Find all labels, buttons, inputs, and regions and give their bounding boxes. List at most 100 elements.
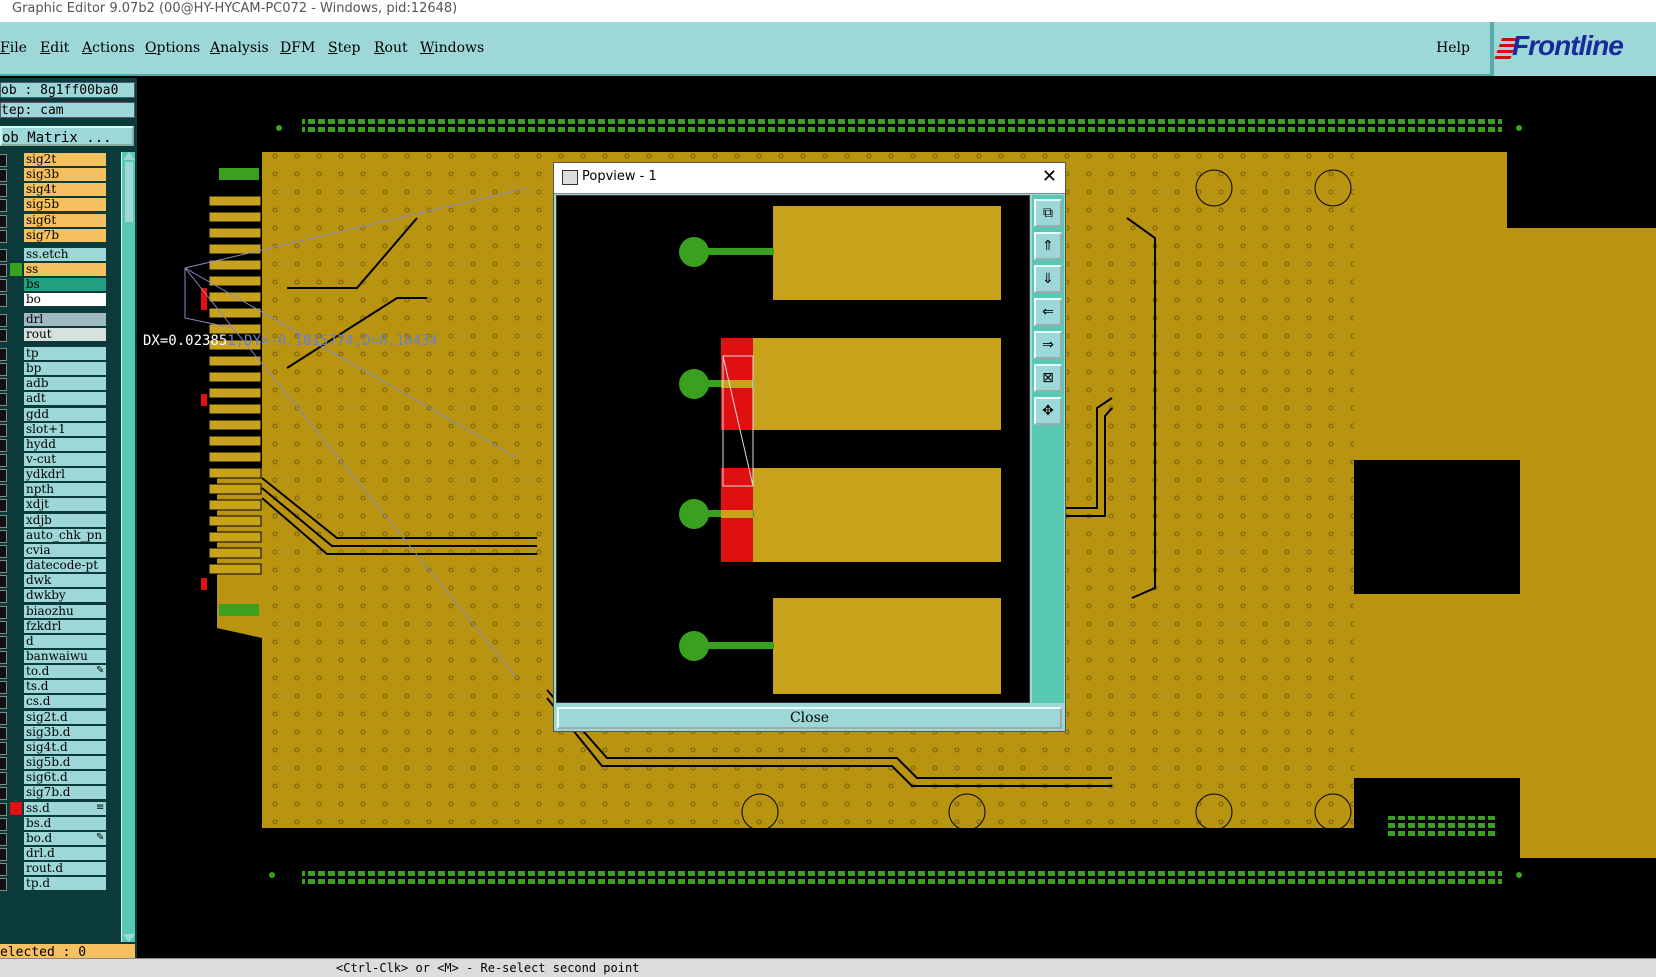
layer-row[interactable]: sig5b.d: [0, 755, 118, 771]
layer-name[interactable]: to.d: [24, 665, 106, 679]
layer-checkbox[interactable]: [0, 726, 7, 740]
layer-scrollbar[interactable]: [121, 152, 135, 942]
layer-name[interactable]: sig4t: [24, 183, 106, 197]
arrow-right-icon[interactable]: ⇒: [1034, 331, 1062, 359]
layer-checkbox[interactable]: [0, 248, 7, 262]
layer-row[interactable]: adt: [0, 391, 118, 407]
menu-help[interactable]: Help: [1436, 40, 1470, 56]
popview-zoom-drawing[interactable]: [557, 196, 1030, 703]
menu-step[interactable]: Step: [328, 40, 360, 56]
layer-name[interactable]: ydkdrl: [24, 468, 106, 482]
layer-name[interactable]: gdd: [24, 407, 106, 421]
menu-dfm[interactable]: DFM: [280, 40, 315, 56]
layer-name[interactable]: v-cut: [24, 452, 106, 466]
layer-name[interactable]: banwaiwu: [24, 650, 106, 663]
layer-row[interactable]: sig3b.d: [0, 725, 118, 740]
layer-checkbox[interactable]: [0, 605, 7, 619]
close-icon[interactable]: ✕: [1042, 166, 1057, 187]
layer-row[interactable]: hydd: [0, 437, 118, 452]
menu-analysis[interactable]: Analysis: [210, 40, 269, 56]
zoom-fit-icon[interactable]: ⧉: [1034, 199, 1062, 227]
menu-edit[interactable]: Edit: [40, 40, 69, 56]
layer-checkbox[interactable]: [0, 214, 7, 228]
layer-checkbox[interactable]: [0, 544, 7, 558]
layer-row[interactable]: sig4t: [0, 182, 118, 198]
layer-name[interactable]: bp: [24, 362, 106, 376]
layer-name[interactable]: tp: [24, 346, 106, 360]
popview-viewport[interactable]: [556, 195, 1030, 703]
layer-checkbox[interactable]: [0, 264, 7, 278]
layer-name[interactable]: sig4t.d: [24, 740, 106, 754]
layer-name[interactable]: sig7b.d: [24, 786, 106, 800]
layer-row[interactable]: ss: [0, 262, 118, 278]
layer-row[interactable]: sig7b.d: [0, 785, 118, 801]
layer-name[interactable]: bs.d: [24, 816, 106, 830]
layer-name[interactable]: biaozhu: [24, 604, 106, 618]
menu-rout[interactable]: Rout: [374, 40, 408, 56]
layer-row[interactable]: sig2t.d: [0, 710, 118, 725]
pan-icon[interactable]: ✥: [1034, 397, 1062, 425]
layer-checkbox[interactable]: [0, 328, 7, 342]
layer-row[interactable]: sig3b: [0, 167, 118, 183]
layer-name[interactable]: slot+1: [24, 422, 106, 436]
layer-row[interactable]: sig2t: [0, 152, 118, 167]
layer-name[interactable]: rout.d: [24, 862, 106, 876]
layer-row[interactable]: sig4t.d: [0, 740, 118, 755]
layer-checkbox[interactable]: [0, 575, 7, 589]
layer-row[interactable]: ydkdrl: [0, 467, 118, 483]
arrow-up-icon[interactable]: ⇑: [1034, 232, 1062, 260]
layer-name[interactable]: drl.d: [24, 847, 106, 861]
zoom-home-icon[interactable]: ⊠: [1034, 364, 1062, 392]
layer-row[interactable]: slot+1: [0, 422, 118, 437]
layer-name[interactable]: tp.d: [24, 877, 106, 891]
layer-name[interactable]: xdjt: [24, 498, 106, 512]
layer-row[interactable]: gdd: [0, 407, 118, 422]
layer-row[interactable]: sig5b: [0, 197, 118, 213]
layer-name[interactable]: d: [24, 634, 106, 648]
layer-row[interactable]: d: [0, 634, 118, 649]
layer-row[interactable]: sig6t: [0, 213, 118, 228]
layer-checkbox[interactable]: [0, 863, 7, 877]
layer-row[interactable]: datecode-pt: [0, 558, 118, 574]
layer-name[interactable]: ss.d: [24, 801, 106, 815]
layer-checkbox[interactable]: [0, 499, 7, 513]
layer-row[interactable]: tp.d: [0, 876, 118, 892]
layer-row[interactable]: bo.d ✎: [0, 831, 118, 846]
layer-name[interactable]: ts.d: [24, 680, 106, 694]
layer-checkbox[interactable]: [0, 711, 7, 725]
layer-checkbox[interactable]: [0, 620, 7, 634]
layer-checkbox[interactable]: [0, 279, 7, 293]
layer-name[interactable]: cvia: [24, 543, 106, 557]
layer-name[interactable]: sig3b.d: [24, 725, 106, 739]
layer-row[interactable]: drl: [0, 312, 118, 327]
layer-checkbox[interactable]: [0, 832, 7, 846]
layer-checkbox[interactable]: [0, 347, 7, 361]
layer-checkbox[interactable]: [0, 772, 7, 786]
layer-checkbox[interactable]: [0, 378, 7, 392]
layer-name[interactable]: datecode-pt: [24, 559, 106, 573]
layer-checkbox[interactable]: [0, 484, 7, 498]
layer-name[interactable]: dwkby: [24, 589, 106, 603]
layer-row[interactable]: bo: [0, 292, 118, 308]
menu-actions[interactable]: Actions: [82, 40, 135, 56]
layer-checkbox[interactable]: [0, 229, 7, 243]
layer-name[interactable]: dwk: [24, 574, 106, 588]
layer-checkbox[interactable]: [0, 154, 7, 167]
layer-checkbox[interactable]: [0, 363, 7, 377]
layer-row[interactable]: xdjb: [0, 513, 118, 528]
layer-row[interactable]: xdjt: [0, 497, 118, 513]
layer-row[interactable]: drl.d: [0, 846, 118, 862]
layer-row[interactable]: dwkby: [0, 588, 118, 604]
layer-name[interactable]: sig3b: [24, 168, 106, 182]
arrow-down-icon[interactable]: ⇓: [1034, 265, 1062, 293]
layer-name[interactable]: xdjb: [24, 513, 106, 527]
layer-checkbox[interactable]: [0, 393, 7, 407]
layer-name[interactable]: bo.d: [24, 831, 106, 845]
layer-checkbox[interactable]: [0, 199, 7, 213]
layer-checkbox[interactable]: [0, 878, 7, 892]
layer-row[interactable]: bs.d: [0, 816, 118, 831]
layer-checkbox[interactable]: [0, 294, 7, 308]
layer-row[interactable]: sig7b: [0, 228, 118, 243]
layer-row[interactable]: cvia: [0, 543, 118, 558]
layer-name[interactable]: sig7b: [24, 228, 106, 242]
